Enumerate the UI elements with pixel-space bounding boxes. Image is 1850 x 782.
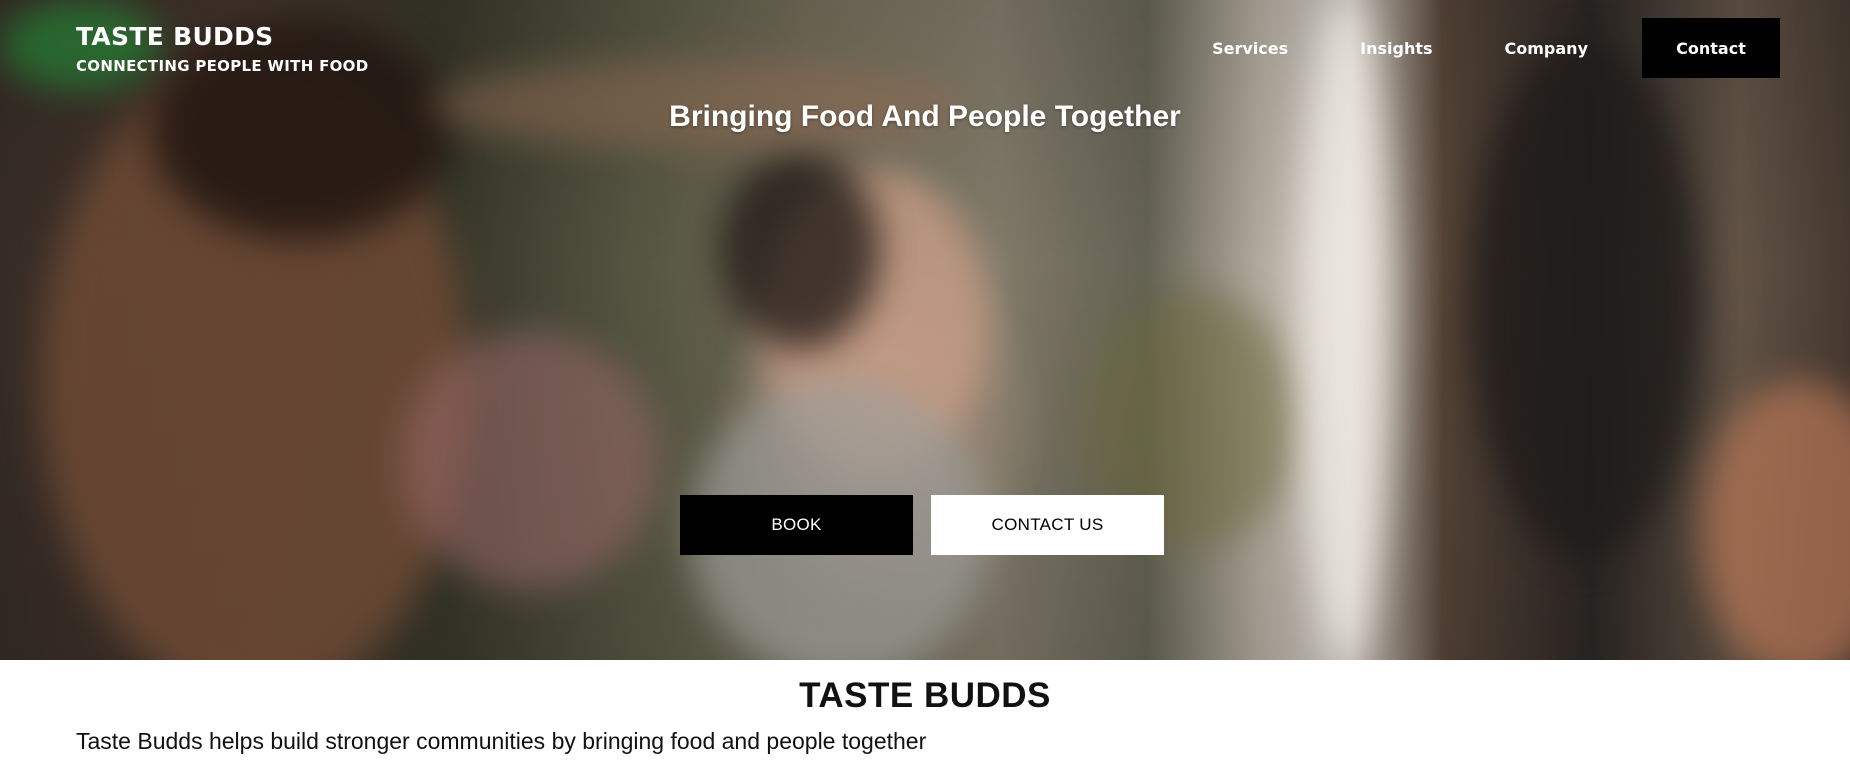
hero-cta-group: BOOK CONTACT US xyxy=(680,495,1164,555)
nav-link-services[interactable]: Services xyxy=(1212,39,1288,58)
nav-link-insights[interactable]: Insights xyxy=(1360,39,1432,58)
nav-link-company[interactable]: Company xyxy=(1505,39,1588,58)
contact-us-button[interactable]: CONTACT US xyxy=(931,495,1164,555)
about-description: Taste Budds helps build stronger communi… xyxy=(76,728,927,754)
main-nav: Services Insights Company Contact xyxy=(1212,18,1780,78)
hero-section: TASTE BUDDS CONNECTING PEOPLE WITH FOOD … xyxy=(0,0,1850,660)
nav-contact-button[interactable]: Contact xyxy=(1642,18,1780,78)
site-logo[interactable]: TASTE BUDDS CONNECTING PEOPLE WITH FOOD xyxy=(76,22,368,75)
brand-name: TASTE BUDDS xyxy=(76,22,274,51)
book-button[interactable]: BOOK xyxy=(680,495,913,555)
hero-title: Bringing Food And People Together xyxy=(669,100,1181,133)
about-title: TASTE BUDDS xyxy=(799,676,1051,715)
brand-tagline: CONNECTING PEOPLE WITH FOOD xyxy=(76,57,369,75)
